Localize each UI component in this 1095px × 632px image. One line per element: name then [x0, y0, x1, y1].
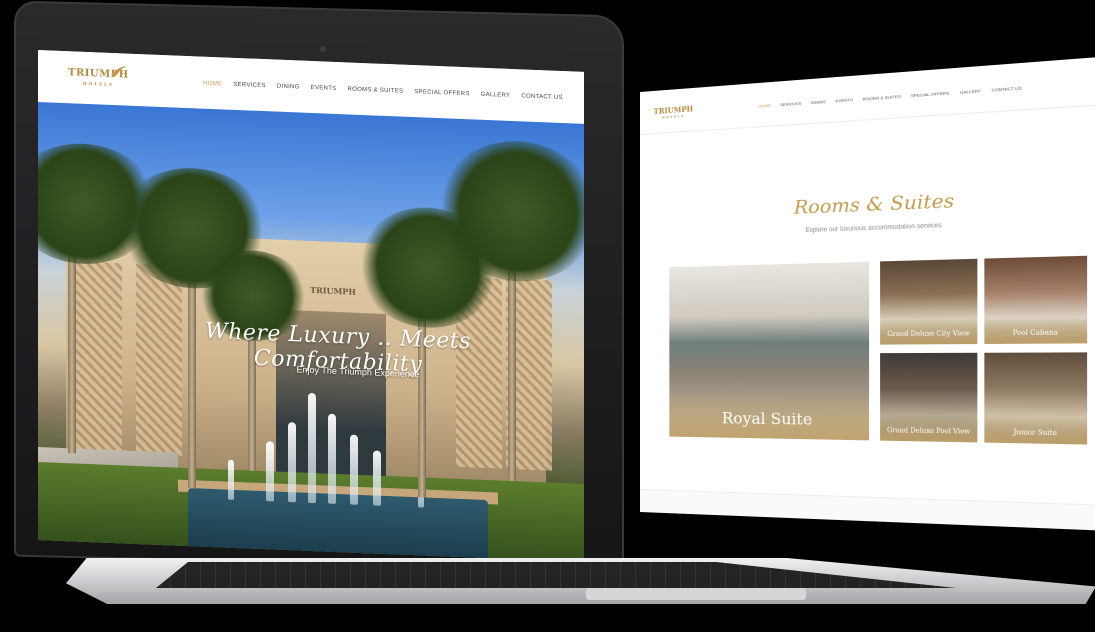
laptop-screen: TRIUMPH HOTELS HOME SERVICES DINING EVEN…	[38, 50, 584, 562]
screen-nav-gallery[interactable]: GALLERY	[960, 88, 981, 95]
main-nav: HOME SERVICES DINING EVENTS ROOMS & SUIT…	[203, 81, 563, 101]
screen-main-nav: HOME SERVICES DINING EVENTS ROOMS & SUIT…	[758, 85, 1021, 109]
nav-dining[interactable]: DINING	[277, 84, 300, 91]
nav-home[interactable]: HOME	[203, 81, 222, 88]
device-mockup-scene: TRIUMPH HOTELS HOME SERVICES DINING EVEN…	[0, 0, 1095, 632]
room-card-grand-deluxe-city-view[interactable]: Grand Deluxe City View	[880, 258, 978, 345]
laptop-base	[66, 558, 1095, 618]
screen-footer-strip	[640, 489, 1095, 532]
screen-site-logo[interactable]: TRIUMPH HOTELS	[654, 104, 694, 120]
screen-nav-dining[interactable]: DINING	[811, 99, 826, 105]
nav-rooms-suites[interactable]: ROOMS & SUITES	[347, 86, 403, 94]
room-card-junior-suite[interactable]: Junior Suite	[984, 352, 1088, 445]
room-label-grand-deluxe-pool-view: Grand Deluxe Pool View	[880, 416, 978, 443]
site-logo[interactable]: TRIUMPH HOTELS	[68, 65, 129, 88]
screen-nav-rooms-suites[interactable]: ROOMS & SUITES	[863, 94, 901, 102]
bird-logo-icon	[111, 65, 127, 77]
logo-subtext: HOTELS	[82, 80, 114, 88]
screen-site-header: TRIUMPH HOTELS HOME SERVICES DINING EVEN…	[640, 54, 1095, 135]
room-label-royal-suite: Royal Suite	[669, 390, 870, 441]
nav-special-offers[interactable]: SPECIAL OFFERS	[414, 89, 469, 97]
screen-nav-services[interactable]: SERVICES	[780, 101, 801, 108]
trackpad	[586, 588, 806, 600]
room-label-junior-suite: Junior Suite	[984, 417, 1088, 445]
screen-nav-home[interactable]: HOME	[758, 103, 770, 109]
screen-nav-contact-us[interactable]: CONTACT US	[991, 85, 1021, 93]
room-card-royal-suite[interactable]: Royal Suite	[669, 261, 870, 441]
room-card-pool-cabana[interactable]: Pool Cabana	[984, 255, 1088, 345]
screen-nav-events[interactable]: EVENTS	[836, 97, 853, 103]
nav-gallery[interactable]: GALLERY	[481, 92, 511, 99]
nav-services[interactable]: SERVICES	[233, 82, 266, 89]
section-title: Rooms & Suites	[793, 189, 955, 219]
hero-banner: TRIUMPH Where Luxury .. Meets Comfortabi…	[38, 102, 584, 562]
room-label-grand-deluxe-city-view: Grand Deluxe City View	[880, 318, 978, 345]
screen-nav-special-offers[interactable]: SPECIAL OFFERS	[911, 90, 950, 98]
nav-contact-us[interactable]: CONTACT US	[521, 93, 562, 101]
room-card-grand-deluxe-pool-view[interactable]: Grand Deluxe Pool View	[880, 352, 978, 443]
nav-events[interactable]: EVENTS	[311, 85, 337, 92]
room-label-pool-cabana: Pool Cabana	[984, 317, 1088, 345]
floating-screen: TRIUMPH HOTELS HOME SERVICES DINING EVEN…	[640, 54, 1095, 532]
camera-icon	[320, 46, 326, 52]
